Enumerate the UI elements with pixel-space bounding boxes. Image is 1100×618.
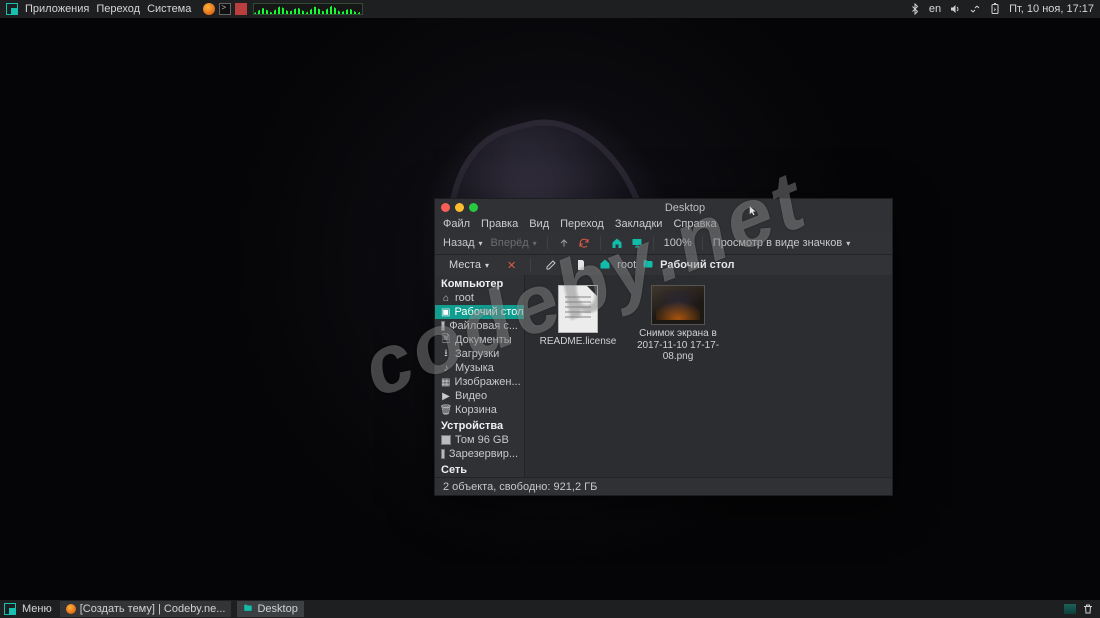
sidebar-item-videos[interactable]: ▶Видео [435, 389, 524, 403]
menu-system[interactable]: Система [147, 3, 191, 15]
clock[interactable]: Пт, 10 ноя, 17:17 [1009, 3, 1094, 15]
keyboard-layout-indicator[interactable]: en [929, 3, 941, 15]
menu-places[interactable]: Переход [96, 3, 140, 15]
sidebar-item-pictures[interactable]: ▦Изображен... [435, 375, 524, 389]
file-label: Снимок экрана в 2017-11-10 17-17-08.png [635, 328, 721, 363]
maximize-icon[interactable] [469, 203, 478, 212]
firefox-icon[interactable] [203, 3, 215, 15]
sidebar-item-reserved[interactable]: Зарезервир... [435, 447, 524, 461]
cursor-icon [748, 205, 760, 217]
sidebar-item-filesystem[interactable]: Файловая с... [435, 319, 524, 333]
titlebar[interactable]: Desktop [435, 199, 892, 216]
menu-file[interactable]: Файл [443, 218, 470, 230]
window-title: Desktop [484, 202, 886, 214]
menu-go[interactable]: Переход [560, 218, 604, 230]
menu-help[interactable]: Справка [673, 218, 716, 230]
status-bar: 2 объекта, свободно: 921,2 ГБ [435, 477, 892, 495]
taskbar-item-desktop[interactable]: Desktop [237, 601, 303, 617]
folder-icon [642, 258, 654, 273]
cpu-graph-applet[interactable] [253, 3, 363, 15]
launcher-icon[interactable] [235, 3, 247, 15]
firefox-icon [66, 604, 76, 614]
toolbar: Назад▾ Вперёд▾ 100% Просмотр в виде знач… [435, 232, 892, 254]
taskbar-item-browser[interactable]: [Создать тему] | Codeby.ne... [60, 601, 232, 617]
places-dropdown[interactable]: Места ▾ [443, 257, 495, 273]
bluetooth-icon[interactable] [909, 3, 921, 15]
minimize-icon[interactable] [455, 203, 464, 212]
menubar: Файл Правка Вид Переход Закладки Справка [435, 216, 892, 232]
volume-icon[interactable] [949, 3, 961, 15]
forward-button: Вперёд▾ [491, 237, 537, 249]
zoom-level[interactable]: 100% [664, 237, 692, 249]
menu-button[interactable]: Меню [22, 603, 52, 615]
back-button[interactable]: Назад▾ [443, 237, 483, 249]
sidebar-heading-devices: Устройства [435, 417, 524, 433]
location-bar: Места ▾ ✕ root Рабочий стол [435, 254, 892, 275]
menu-applications[interactable]: Приложения [25, 3, 89, 15]
sidebar-heading-network: Сеть [435, 461, 524, 477]
menu-edit[interactable]: Правка [481, 218, 518, 230]
close-panel-button[interactable]: ✕ [501, 257, 522, 273]
home-button[interactable] [611, 237, 623, 249]
sidebar-item-music[interactable]: ♪Музыка [435, 361, 524, 375]
icon-view[interactable]: README.license Снимок экрана в 2017-11-1… [525, 275, 892, 477]
top-panel: Приложения Переход Система en Пт, 10 ноя… [0, 0, 1100, 18]
file-item-screenshot[interactable]: Снимок экрана в 2017-11-10 17-17-08.png [635, 285, 721, 363]
network-icon[interactable] [969, 3, 981, 15]
reload-button[interactable] [578, 237, 590, 249]
sidebar-heading-computer: Компьютер [435, 275, 524, 291]
file-manager-window: Desktop Файл Правка Вид Переход Закладки… [434, 198, 893, 496]
distro-logo-icon[interactable] [6, 3, 18, 15]
sidebar-item-root[interactable]: ⌂root [435, 291, 524, 305]
bottom-panel: Меню [Создать тему] | Codeby.ne... Deskt… [0, 600, 1100, 618]
up-button[interactable] [558, 237, 570, 249]
menu-view[interactable]: Вид [529, 218, 549, 230]
sidebar: Компьютер ⌂root ▣Рабочий стол Файловая с… [435, 275, 525, 477]
sidebar-item-desktop[interactable]: ▣Рабочий стол [435, 305, 524, 319]
home-icon[interactable] [599, 258, 611, 273]
workspace-switcher[interactable] [1064, 604, 1076, 614]
breadcrumb-root[interactable]: root [617, 259, 636, 271]
computer-button[interactable] [631, 237, 643, 249]
sidebar-item-trash[interactable]: 🗑Корзина [435, 403, 524, 417]
sidebar-item-volume[interactable]: Том 96 GB [435, 433, 524, 447]
menu-bookmarks[interactable]: Закладки [615, 218, 663, 230]
folder-icon [243, 603, 253, 616]
trash-icon[interactable] [1082, 603, 1094, 615]
view-mode-selector[interactable]: Просмотр в виде значков ▾ [713, 237, 850, 249]
terminal-icon[interactable] [219, 3, 231, 15]
file-item-readme[interactable]: README.license [535, 285, 621, 348]
battery-icon[interactable] [989, 3, 1001, 15]
new-doc-button[interactable] [569, 257, 593, 273]
menu-logo-icon[interactable] [4, 603, 16, 615]
document-icon [558, 285, 598, 333]
sidebar-item-documents[interactable]: 🗎Документы [435, 333, 524, 347]
path-edit-button[interactable] [539, 257, 563, 273]
sidebar-item-downloads[interactable]: ⭳Загрузки [435, 347, 524, 361]
breadcrumb: root Рабочий стол [599, 258, 734, 273]
close-icon[interactable] [441, 203, 450, 212]
breadcrumb-current[interactable]: Рабочий стол [660, 259, 734, 271]
file-label: README.license [540, 336, 617, 348]
image-thumbnail-icon [651, 285, 705, 325]
